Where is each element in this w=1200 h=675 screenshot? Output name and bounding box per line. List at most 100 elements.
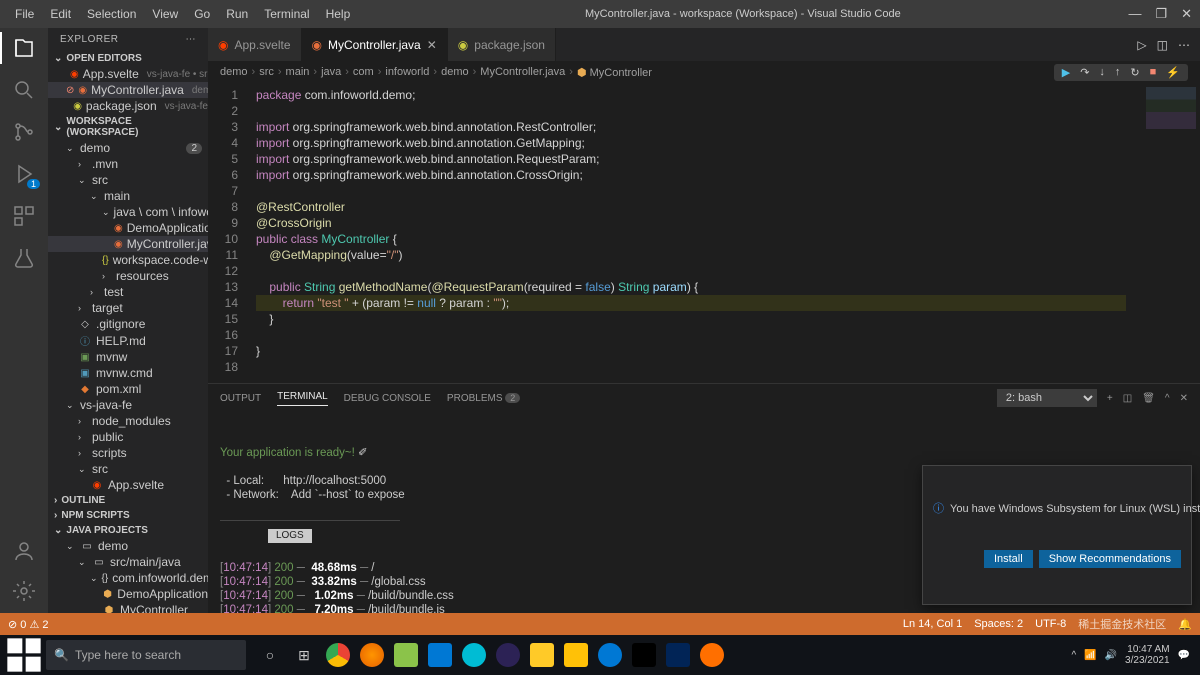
jp-pkg[interactable]: ⌄{}com.infoworld.demo (48, 570, 208, 586)
code-editor[interactable]: 123456789101112131415161718 package com.… (208, 83, 1200, 383)
folder-target[interactable]: ›target (48, 300, 208, 316)
breadcrumb-item[interactable]: infoworld (385, 66, 429, 78)
clock[interactable]: 10:47 AM3/23/2021 (1125, 644, 1170, 666)
status-line[interactable]: Ln 14, Col 1 (903, 618, 962, 630)
split-terminal-icon[interactable]: ◫ (1123, 393, 1132, 404)
file-gitignore[interactable]: ◇.gitignore (48, 316, 208, 332)
stop-icon[interactable]: ■ (1150, 66, 1157, 78)
debug-icon[interactable]: 1 (12, 162, 36, 186)
open-editors-header[interactable]: ⌄OPEN EDITORS (48, 51, 208, 66)
breadcrumb-item[interactable]: demo (441, 66, 469, 78)
hot-reload-icon[interactable]: ⚡ (1166, 66, 1180, 79)
start-button[interactable] (4, 635, 44, 675)
tray-chevron-icon[interactable]: ^ (1071, 650, 1076, 661)
tab-debug-console[interactable]: DEBUG CONSOLE (344, 393, 431, 404)
folder-main[interactable]: ⌄main (48, 188, 208, 204)
npm-header[interactable]: ›NPM SCRIPTS (48, 508, 208, 523)
restart-icon[interactable]: ↻ (1130, 66, 1139, 79)
account-icon[interactable] (12, 539, 36, 563)
chrome-icon[interactable] (326, 643, 350, 667)
extensions-icon[interactable] (12, 204, 36, 228)
file-help[interactable]: ⓘHELP.md (48, 332, 208, 349)
audio-icon[interactable] (700, 643, 724, 667)
folder-demo[interactable]: ⌄demo2 (48, 140, 208, 156)
app-icon[interactable] (462, 643, 486, 667)
more-icon[interactable]: ⋯ (1178, 38, 1190, 52)
workspace-header[interactable]: ⌄WORKSPACE (WORKSPACE) (48, 114, 208, 140)
menu-go[interactable]: Go (187, 3, 217, 25)
close-icon[interactable]: ✕ (1181, 6, 1192, 22)
tab-mycontroller-java[interactable]: ◉MyController.java✕ (302, 28, 448, 61)
folder-srcfe[interactable]: ⌄src (48, 461, 208, 477)
menu-run[interactable]: Run (219, 3, 255, 25)
open-editor-item[interactable]: ◉App.sveltevs-java-fe • src (48, 66, 208, 82)
close-panel-icon[interactable]: ✕ (1180, 393, 1188, 404)
breadcrumb-item[interactable]: ⬢ MyController (577, 66, 652, 79)
bell-icon[interactable]: 🔔 (1178, 618, 1192, 631)
wifi-icon[interactable]: 📶 (1084, 650, 1096, 661)
code-content[interactable]: package com.infoworld.demo; import org.s… (250, 83, 1130, 383)
tab-output[interactable]: OUTPUT (220, 393, 261, 404)
menu-help[interactable]: Help (319, 3, 358, 25)
run-icon[interactable]: ▷ (1137, 38, 1146, 52)
continue-icon[interactable]: ▶ (1062, 66, 1070, 79)
folder-nodemodules[interactable]: ›node_modules (48, 413, 208, 429)
notifications-icon[interactable]: 💬 (1178, 650, 1190, 661)
firefox-icon[interactable] (360, 643, 384, 667)
menu-terminal[interactable]: Terminal (257, 3, 316, 25)
explorer-icon[interactable] (530, 643, 554, 667)
file-appsvelte[interactable]: ◉App.svelte (48, 477, 208, 493)
taskview-icon[interactable]: ⊞ (292, 643, 316, 667)
breadcrumb-item[interactable]: com (353, 66, 374, 78)
jp-demoapp[interactable]: ⬢DemoApplication (48, 586, 208, 602)
status-errors[interactable]: ⊘ 0 ⚠ 2 (8, 618, 48, 631)
install-button[interactable]: Install (984, 550, 1033, 568)
edge-icon[interactable] (598, 643, 622, 667)
more-icon[interactable]: ⋯ (186, 34, 197, 45)
menu-edit[interactable]: Edit (43, 3, 78, 25)
folder-mvn[interactable]: ›.mvn (48, 156, 208, 172)
cmd-icon[interactable] (632, 643, 656, 667)
file-pom[interactable]: ◆pom.xml (48, 381, 208, 397)
terminal-select[interactable]: 2: bash (997, 389, 1097, 407)
file-demoapp[interactable]: ◉DemoApplication.java (48, 220, 208, 236)
folder-vsjavafe[interactable]: ⌄vs-java-fe (48, 397, 208, 413)
folder-test[interactable]: ›test (48, 284, 208, 300)
breadcrumb-item[interactable]: java (321, 66, 341, 78)
cortana-icon[interactable]: ○ (258, 643, 282, 667)
tab-app-svelte[interactable]: ◉App.svelte (208, 28, 302, 61)
search-icon[interactable] (12, 78, 36, 102)
status-encoding[interactable]: UTF-8 (1035, 618, 1066, 630)
breadcrumb[interactable]: demo›src›main›java›com›infoworld›demo›My… (208, 61, 1200, 83)
minimize-icon[interactable]: — (1128, 6, 1141, 22)
open-editor-item[interactable]: ◉package.jsonvs-java-fe (48, 98, 208, 114)
gear-icon[interactable] (12, 579, 36, 603)
split-icon[interactable]: ◫ (1157, 38, 1168, 52)
kill-terminal-icon[interactable]: 🗑 (1142, 393, 1155, 404)
tab-problems[interactable]: PROBLEMS 2 (447, 393, 520, 404)
folder-public[interactable]: ›public (48, 429, 208, 445)
tab-package-json[interactable]: ◉package.json (448, 28, 556, 61)
tab-terminal[interactable]: TERMINAL (277, 391, 328, 406)
eclipse-icon[interactable] (496, 643, 520, 667)
menu-file[interactable]: File (8, 3, 41, 25)
terminal-output[interactable]: Your application is ready~! ✐ - Local: h… (208, 412, 1200, 613)
jp-demo[interactable]: ⌄▭demo (48, 538, 208, 554)
test-icon[interactable] (12, 246, 36, 270)
folder-icon[interactable] (564, 643, 588, 667)
step-into-icon[interactable]: ↓ (1099, 66, 1105, 78)
close-icon[interactable]: ✕ (427, 38, 437, 52)
folder-pkg[interactable]: ⌄java \ com \ infoworld \ demo (48, 204, 208, 220)
step-out-icon[interactable]: ↑ (1115, 66, 1121, 78)
notepad-icon[interactable] (394, 643, 418, 667)
menu-view[interactable]: View (145, 3, 185, 25)
explorer-icon[interactable] (12, 36, 36, 60)
file-mvnwcmd[interactable]: ▣mvnw.cmd (48, 365, 208, 381)
file-mycontroller[interactable]: ◉MyController.java (48, 236, 208, 252)
vscode-icon[interactable] (428, 643, 452, 667)
jp-srcmain[interactable]: ⌄▭src/main/java (48, 554, 208, 570)
powershell-icon[interactable] (666, 643, 690, 667)
folder-scripts[interactable]: ›scripts (48, 445, 208, 461)
menu-selection[interactable]: Selection (80, 3, 143, 25)
breadcrumb-item[interactable]: main (286, 66, 310, 78)
